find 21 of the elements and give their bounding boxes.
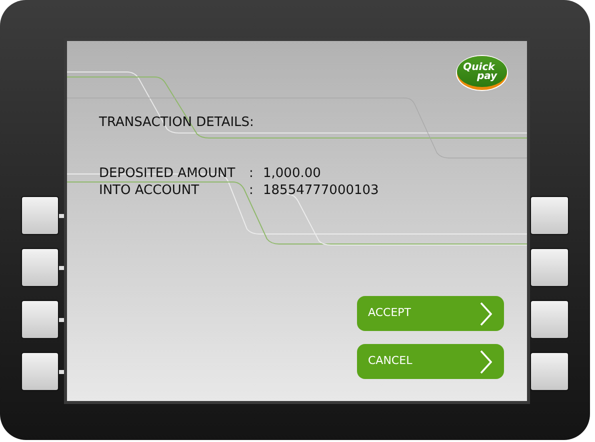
detail-value: 1,000.00 (263, 165, 321, 182)
action-button[interactable]: CANCEL (357, 344, 504, 379)
detail-value: 18554777000103 (263, 182, 379, 199)
logo-text: Quick (463, 62, 495, 72)
chevron-right-icon (480, 302, 492, 326)
side-key-button[interactable] (21, 196, 60, 235)
logo-text: pay (476, 72, 498, 80)
side-key-button[interactable] (530, 196, 569, 235)
side-key-button[interactable] (21, 300, 60, 339)
side-key-button[interactable] (530, 248, 569, 287)
action-button[interactable]: ACCEPT (357, 296, 504, 331)
detail-label: INTO ACCOUNT (99, 182, 200, 199)
side-key-button[interactable] (530, 300, 569, 339)
side-key-button[interactable] (21, 352, 60, 391)
side-key-button[interactable] (530, 352, 569, 391)
chevron-right-icon (480, 350, 492, 374)
side-key-button[interactable] (21, 248, 60, 287)
heading: TRANSACTION DETAILS: (99, 115, 255, 131)
separator: : (249, 165, 254, 182)
separator: : (249, 182, 254, 199)
detail-label: DEPOSITED AMOUNT (99, 165, 236, 182)
